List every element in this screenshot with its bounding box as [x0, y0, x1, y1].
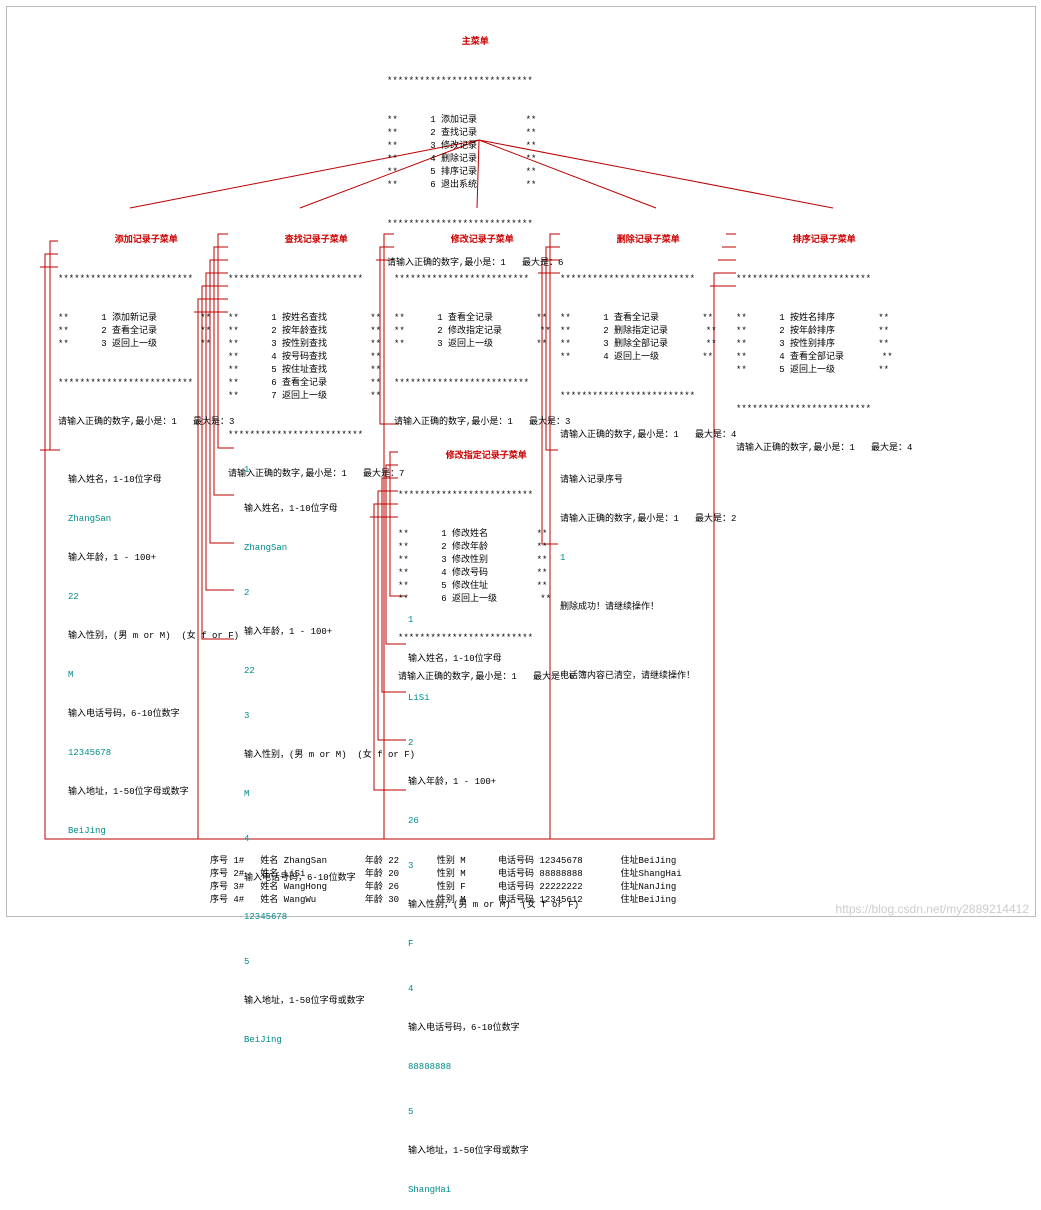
- menu-item: ** 3 按性别排序 **: [736, 338, 912, 351]
- menu-item: ** 2 修改年龄 **: [398, 541, 574, 554]
- delete-submenu-prompt: 请输入正确的数字,最小是：1 最大是：4: [560, 429, 736, 442]
- add-input-dialog: 输入姓名，1-10位字母 ZhangSan 输入年龄，1 - 100+ 22 输…: [68, 448, 239, 851]
- add-name-value: ZhangSan: [68, 513, 239, 526]
- delete-submenu-title: 删除记录子菜单: [617, 235, 680, 245]
- menu-item: ** 4 返回上一级 **: [560, 351, 736, 364]
- sort-submenu-title: 排序记录子菜单: [793, 235, 856, 245]
- add-addr-value: BeiJing: [68, 825, 239, 838]
- sort-submenu: 排序记录子菜单 ************************* ** 1 按…: [736, 208, 912, 468]
- add-sex-value: M: [68, 669, 239, 682]
- modify-detail-title: 修改指定记录子菜单: [446, 451, 527, 461]
- add-submenu: 添加记录子菜单 ************************* ** 1 添…: [58, 208, 234, 442]
- menu-item: ** 3 返回上一级 **: [58, 338, 234, 351]
- table-row: 序号 1# 姓名 ZhangSan 年龄 22 性别 M 电话号码 123456…: [210, 855, 682, 868]
- delete-message-block: 请输入记录序号 请输入正确的数字,最小是：1 最大是：2 1 删除成功！请继续操…: [560, 448, 736, 696]
- table-row: 序号 3# 姓名 WangHong 年龄 26 性别 F 电话号码 222222…: [210, 881, 682, 894]
- menu-item: ** 3 修改记录 **: [387, 140, 563, 153]
- menu-item: ** 7 返回上一级 **: [228, 390, 404, 403]
- menu-item: ** 2 删除指定记录 **: [560, 325, 736, 338]
- menu-item: ** 1 按姓名排序 **: [736, 312, 912, 325]
- menu-item: ** 4 查看全部记录 **: [736, 351, 912, 364]
- menu-item: ** 4 删除记录 **: [387, 153, 563, 166]
- sort-submenu-prompt: 请输入正确的数字,最小是：1 最大是：4: [736, 442, 912, 455]
- menu-item: ** 5 按住址查找 **: [228, 364, 404, 377]
- menu-item: ** 1 查看全记录 **: [560, 312, 736, 325]
- menu-item: ** 1 修改姓名 **: [398, 528, 574, 541]
- table-row: 序号 2# 姓名 LiSi 年龄 20 性别 M 电话号码 88888888 住…: [210, 868, 682, 881]
- add-tel-prompt: 输入电话号码，6-10位数字: [68, 708, 239, 721]
- add-submenu-prompt: 请输入正确的数字,最小是：1 最大是：3: [58, 416, 234, 429]
- find-input-dialog: 1 输入姓名，1-10位字母 ZhangSan 2 输入年龄，1 - 100+ …: [244, 438, 415, 1060]
- menu-item: ** 4 按号码查找 **: [228, 351, 404, 364]
- menu-item: ** 1 添加记录 **: [387, 114, 563, 127]
- modify-submenu: 修改记录子菜单 ************************* ** 1 查…: [394, 208, 570, 442]
- table-row: 序号 4# 姓名 WangWu 年龄 30 性别 M 电话号码 12345612…: [210, 894, 682, 907]
- modify-submenu-title: 修改记录子菜单: [451, 235, 514, 245]
- delete-submenu: 删除记录子菜单 ************************* ** 1 查…: [560, 208, 736, 455]
- main-menu-title: 主菜单: [462, 37, 489, 47]
- menu-item: ** 2 修改指定记录 **: [394, 325, 570, 338]
- menu-item: ** 1 查看全记录 **: [394, 312, 570, 325]
- menu-item: ** 5 排序记录 **: [387, 166, 563, 179]
- find-submenu-title: 查找记录子菜单: [285, 235, 348, 245]
- add-addr-prompt: 输入地址，1-50位字母或数字: [68, 786, 239, 799]
- add-sex-prompt: 输入性别，(男 m or M) (女 f or F): [68, 630, 239, 643]
- menu-item: ** 2 按年龄查找 **: [228, 325, 404, 338]
- menu-item: ** 3 返回上一级 **: [394, 338, 570, 351]
- menu-item: ** 1 添加新记录 **: [58, 312, 234, 325]
- add-age-value: 22: [68, 591, 239, 604]
- add-tel-value: 12345678: [68, 747, 239, 760]
- menu-item: ** 3 修改性别 **: [398, 554, 574, 567]
- menu-item: ** 2 按年龄排序 **: [736, 325, 912, 338]
- menu-item: ** 3 删除全部记录 **: [560, 338, 736, 351]
- menu-item: ** 6 查看全记录 **: [228, 377, 404, 390]
- add-name-prompt: 输入姓名，1-10位字母: [68, 474, 239, 487]
- menu-item: ** 3 按性别查找 **: [228, 338, 404, 351]
- watermark-text: https://blog.csdn.net/my2889214412: [836, 902, 1029, 916]
- add-age-prompt: 输入年龄，1 - 100+: [68, 552, 239, 565]
- menu-item: ** 4 修改号码 **: [398, 567, 574, 580]
- menu-item: ** 2 查看全记录 **: [58, 325, 234, 338]
- menu-item: ** 1 按姓名查找 **: [228, 312, 404, 325]
- menu-item: ** 2 查找记录 **: [387, 127, 563, 140]
- menu-item: ** 5 返回上一级 **: [736, 364, 912, 377]
- menu-item: ** 6 退出系统 **: [387, 179, 563, 192]
- records-table: 序号 1# 姓名 ZhangSan 年龄 22 性别 M 电话号码 123456…: [210, 855, 682, 907]
- add-submenu-title: 添加记录子菜单: [115, 235, 178, 245]
